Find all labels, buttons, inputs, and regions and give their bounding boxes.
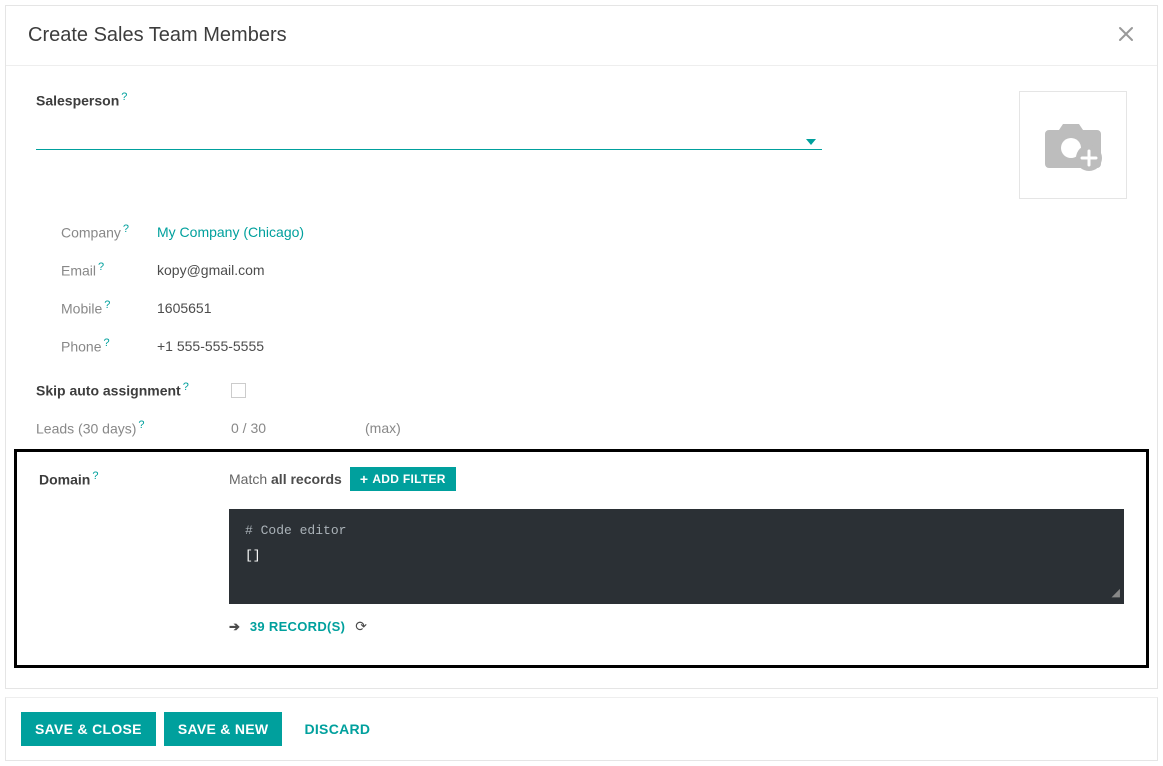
chevron-down-icon[interactable] [806,139,816,145]
code-comment: # Code editor [245,523,1108,538]
help-icon[interactable]: ? [123,223,129,235]
dialog-footer: SAVE & CLOSE SAVE & NEW DISCARD [5,697,1158,761]
leads-max: (max) [365,420,401,436]
leads-value: 0 / 30 [231,420,365,436]
phone-row: Phone? +1 555-555-5555 [61,327,1127,365]
dialog-title: Create Sales Team Members [28,24,287,47]
domain-section: Domain? Match all records +ADD FILTER # … [14,449,1149,668]
resize-handle-icon[interactable]: ◢ [1112,589,1120,600]
save-new-button[interactable]: SAVE & NEW [164,712,283,746]
image-upload-placeholder[interactable] [1019,91,1127,199]
email-value: kopy@gmail.com [157,262,265,278]
help-icon[interactable]: ? [98,261,104,273]
close-icon[interactable] [1117,25,1135,47]
arrow-right-icon: ➔ [229,619,240,635]
discard-button[interactable]: DISCARD [290,712,384,746]
company-value[interactable]: My Company (Chicago) [157,224,304,240]
add-filter-button[interactable]: +ADD FILTER [350,467,456,491]
plus-icon: + [360,472,368,486]
phone-value: +1 555-555-5555 [157,338,264,354]
code-body: [] [245,548,1108,563]
code-editor[interactable]: # Code editor [] ◢ [229,509,1124,604]
dialog-body: Salesperson? Company? My Company [6,66,1157,688]
help-icon[interactable]: ? [92,470,98,482]
skip-label: Skip auto assignment? [36,381,231,399]
company-row: Company? My Company (Chicago) [61,213,1127,251]
records-bar: ➔ 39 RECORD(S) ⟳ [229,618,1124,635]
help-icon[interactable]: ? [104,299,110,311]
email-label: Email? [61,261,157,279]
mobile-row: Mobile? 1605651 [61,289,1127,327]
company-label: Company? [61,223,157,241]
refresh-icon[interactable]: ⟳ [355,618,367,635]
outer-fields: Skip auto assignment? Leads (30 days)? 0… [36,371,1127,447]
records-link[interactable]: 39 RECORD(S) [250,619,345,634]
dialog: Create Sales Team Members Salesperson? [5,5,1158,689]
salesperson-block: Salesperson? [36,91,989,150]
skip-auto-checkbox[interactable] [231,383,246,398]
domain-label: Domain? [39,470,229,488]
skip-row: Skip auto assignment? [36,371,1127,409]
match-text: Match all records [229,471,342,487]
save-close-button[interactable]: SAVE & CLOSE [21,712,156,746]
camera-plus-icon [1039,116,1107,174]
salesperson-label-wrap: Salesperson? [36,91,989,109]
phone-label: Phone? [61,337,157,355]
salesperson-select-wrap [36,137,822,150]
salesperson-label: Salesperson [36,93,119,109]
leads-label: Leads (30 days)? [36,419,231,437]
mobile-label: Mobile? [61,299,157,317]
top-row: Salesperson? [36,91,1127,199]
help-icon[interactable]: ? [183,381,189,393]
dialog-header: Create Sales Team Members [6,6,1157,66]
email-row: Email? kopy@gmail.com [61,251,1127,289]
mobile-value: 1605651 [157,300,212,316]
leads-row: Leads (30 days)? 0 / 30 (max) [36,409,1127,447]
fields-block: Company? My Company (Chicago) Email? kop… [36,213,1127,365]
help-icon[interactable]: ? [138,419,144,431]
domain-row: Domain? Match all records +ADD FILTER [39,467,1124,491]
help-icon[interactable]: ? [121,91,127,103]
salesperson-select[interactable] [36,137,822,150]
help-icon[interactable]: ? [103,337,109,349]
